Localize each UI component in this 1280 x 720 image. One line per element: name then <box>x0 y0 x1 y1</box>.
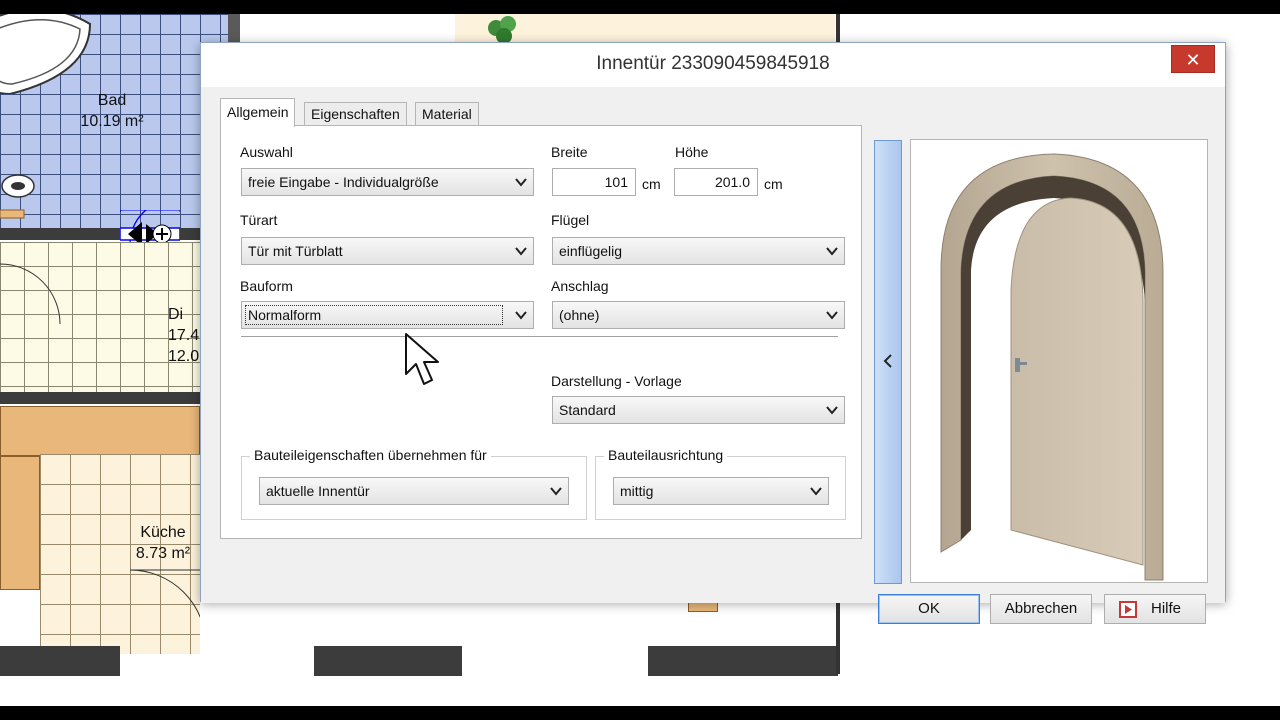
bauteilausrichtung-value: mittig <box>620 483 654 499</box>
tab-eigenschaften[interactable]: Eigenschaften <box>304 102 407 126</box>
chevron-down-icon <box>826 406 838 415</box>
wall-kitchen-top <box>0 392 200 404</box>
bauteilausrichtung-dropdown[interactable]: mittig <box>613 477 829 505</box>
wall-bottom-mid <box>314 646 462 676</box>
bauteileigenschaften-label: Bauteileigenschaften übernehmen für <box>250 447 491 463</box>
chevron-left-icon <box>883 354 892 368</box>
chevron-down-icon <box>515 247 527 256</box>
kitchen-counter-side <box>0 456 40 590</box>
hoehe-label: Höhe <box>675 144 709 160</box>
door-swing-icon <box>0 263 61 325</box>
door-properties-dialog: Innentür 233090459845918 ✕ Allgemein Eig… <box>200 42 1226 624</box>
room-label-bad: Bad 10.19 m² <box>80 92 144 130</box>
chevron-down-icon <box>515 178 527 187</box>
darstellung-label: Darstellung - Vorlage <box>551 373 682 389</box>
bauform-label: Bauform <box>240 278 293 294</box>
help-book-icon <box>1119 601 1137 618</box>
hoehe-value: 201.0 <box>714 174 750 190</box>
wall-bottom-left <box>0 646 120 676</box>
chevron-down-icon <box>550 487 562 496</box>
auswahl-dropdown[interactable]: freie Eingabe - Individualgröße <box>241 168 534 196</box>
bauform-value: Normalform <box>245 305 503 325</box>
bauteilausrichtung-label: Bauteilausrichtung <box>604 447 728 463</box>
dialog-title: Innentür 233090459845918 <box>596 53 830 74</box>
fluegel-value: einflügelig <box>559 243 623 259</box>
wall-bottom-right <box>648 646 838 676</box>
tab-material[interactable]: Material <box>415 102 479 126</box>
form-separator <box>241 336 838 337</box>
bauteilausrichtung-group: Bauteilausrichtung mittig <box>595 447 846 520</box>
tuerart-label: Türart <box>240 212 278 228</box>
breite-input[interactable]: 101 <box>552 168 636 196</box>
bauteileigenschaften-dropdown[interactable]: aktuelle Innentür <box>259 477 569 505</box>
hoehe-input[interactable]: 201.0 <box>674 168 758 196</box>
door-3d-preview[interactable] <box>910 139 1208 583</box>
auswahl-label: Auswahl <box>240 144 293 160</box>
ok-button[interactable]: OK <box>878 594 980 624</box>
kitchen-counter <box>0 406 200 456</box>
anschlag-value: (ohne) <box>559 307 600 323</box>
tab-panel-allgemein: Auswahl freie Eingabe - Individualgröße … <box>220 125 862 539</box>
help-button[interactable]: Hilfe <box>1104 594 1206 624</box>
darstellung-value: Standard <box>559 402 616 418</box>
breite-value: 101 <box>604 174 628 190</box>
bauteileigenschaften-group: Bauteileigenschaften übernehmen für aktu… <box>241 447 587 520</box>
chevron-down-icon <box>826 311 838 320</box>
auswahl-value: freie Eingabe - Individualgröße <box>248 174 439 190</box>
plant-icon <box>488 16 516 44</box>
bauteileigenschaften-value: aktuelle Innentür <box>266 483 370 499</box>
close-button[interactable]: ✕ <box>1171 45 1215 73</box>
collapse-preview-button[interactable] <box>874 140 902 584</box>
cancel-button[interactable]: Abbrechen <box>990 594 1092 624</box>
hoehe-unit: cm <box>764 176 783 192</box>
floor-plan-lower <box>0 598 840 706</box>
tuerart-value: Tür mit Türblatt <box>248 243 343 259</box>
darstellung-dropdown[interactable]: Standard <box>552 396 845 424</box>
room-label-kueche: Küche 8.73 m² <box>135 524 191 562</box>
tuerart-dropdown[interactable]: Tür mit Türblatt <box>241 237 534 265</box>
breite-label: Breite <box>551 144 588 160</box>
bathtub-icon <box>0 14 92 94</box>
bauform-dropdown[interactable]: Normalform <box>241 301 534 329</box>
help-button-label: Hilfe <box>1150 600 1181 617</box>
arched-door-3d-preview-icon <box>940 153 1164 581</box>
wall-bath-bottom <box>0 228 228 240</box>
anschlag-label: Anschlag <box>551 278 609 294</box>
dialog-titlebar[interactable]: Innentür 233090459845918 ✕ <box>201 43 1225 87</box>
letterbox-bottom <box>0 706 1280 720</box>
fluegel-dropdown[interactable]: einflügelig <box>552 237 845 265</box>
anschlag-dropdown[interactable]: (ohne) <box>552 301 845 329</box>
tab-allgemein[interactable]: Allgemein <box>220 98 296 127</box>
chevron-down-icon <box>826 247 838 256</box>
fluegel-label: Flügel <box>551 212 590 228</box>
toilet-icon <box>0 174 35 219</box>
chevron-down-icon <box>515 311 527 320</box>
chevron-down-icon <box>810 487 822 496</box>
mouse-pointer-icon <box>405 333 439 385</box>
letterbox-top <box>0 0 1280 14</box>
breite-unit: cm <box>642 176 661 192</box>
dialog-content: Allgemein Eigenschaften Material Auswahl… <box>201 87 1225 624</box>
